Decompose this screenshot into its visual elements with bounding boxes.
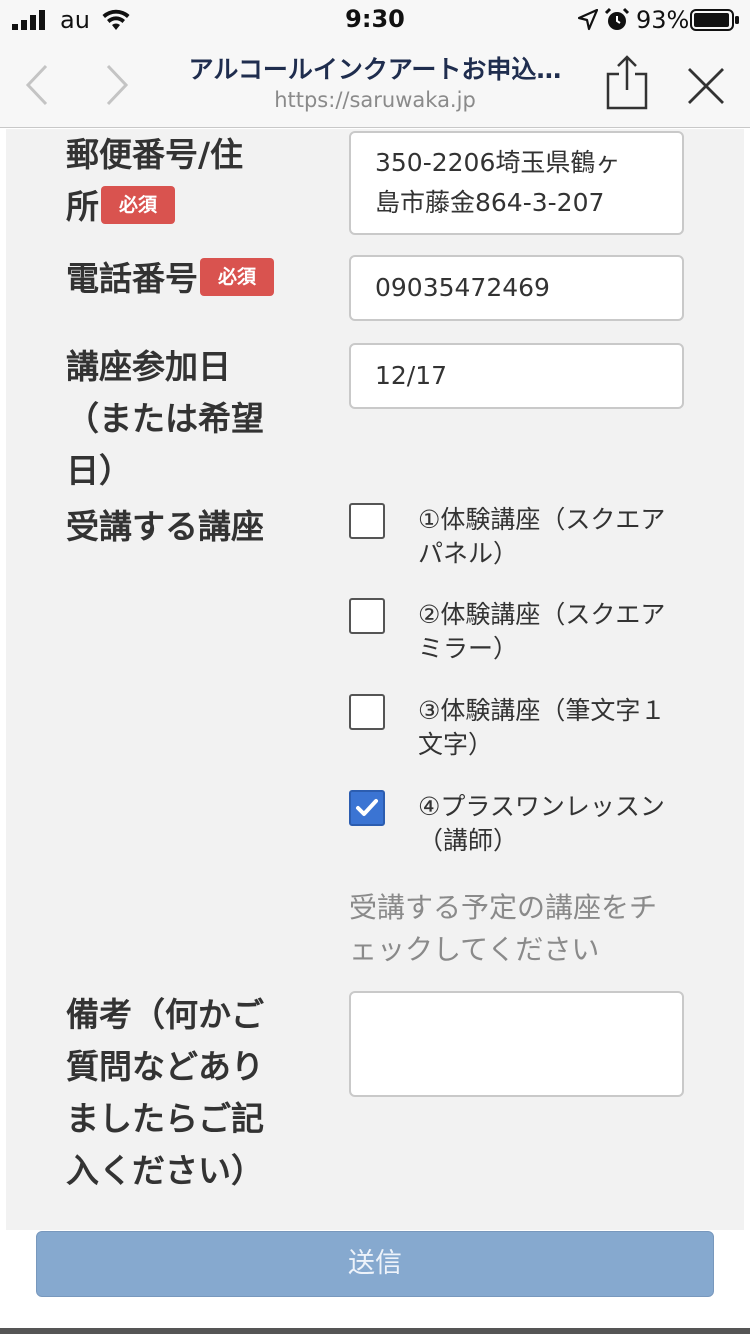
share-icon[interactable] bbox=[604, 54, 650, 110]
application-form: 郵便番号/住 所必須 350-2206埼玉県鶴ヶ 島市藤金864-3-207 電… bbox=[6, 129, 744, 1230]
battery-percentage: 93% bbox=[636, 6, 690, 34]
course-option-line: ②体験講座（スクエア bbox=[418, 600, 666, 629]
course-checkbox-4[interactable] bbox=[349, 790, 385, 826]
address-field[interactable]: 350-2206埼玉県鶴ヶ 島市藤金864-3-207 bbox=[349, 131, 684, 235]
battery-icon bbox=[690, 9, 739, 31]
phone-label-text: 電話番号 bbox=[66, 259, 198, 298]
date-field[interactable]: 12/17 bbox=[349, 343, 684, 409]
address-label-line: 所 bbox=[66, 187, 99, 226]
location-icon bbox=[578, 9, 598, 31]
help-line: ェックしてください bbox=[349, 933, 600, 966]
notes-textarea[interactable] bbox=[349, 991, 684, 1097]
address-value-line: 350-2206埼玉県鶴ヶ bbox=[375, 148, 621, 177]
course-option-line: ミラー） bbox=[418, 634, 519, 663]
bottom-edge bbox=[0, 1328, 750, 1334]
notes-label-line: 入ください） bbox=[66, 1151, 264, 1190]
page-url[interactable]: https://saruwaka.jp bbox=[170, 88, 580, 112]
alarm-icon bbox=[604, 7, 630, 30]
course-option-2[interactable]: ②体験講座（スクエア ミラー） bbox=[418, 598, 688, 666]
date-label-line: 講座参加日 bbox=[66, 347, 231, 386]
courses-label: 受講する講座 bbox=[66, 507, 264, 546]
checkmark-icon bbox=[356, 799, 378, 816]
course-option-line: ③体験講座（筆文字１ bbox=[418, 696, 666, 725]
browser-bar: アルコールインクアートお申込… https://saruwaka.jp bbox=[0, 40, 750, 128]
course-option-1[interactable]: ①体験講座（スクエア パネル） bbox=[418, 503, 688, 571]
close-icon[interactable] bbox=[686, 66, 726, 106]
course-checkbox-2[interactable] bbox=[349, 598, 385, 634]
help-line: 受講する予定の講座をチ bbox=[349, 891, 658, 924]
address-label: 郵便番号/住 所必須 bbox=[66, 129, 296, 233]
submit-button[interactable]: 送信 bbox=[36, 1231, 714, 1297]
date-label-line: （または希望 bbox=[66, 399, 264, 438]
notes-label: 備考（何かご 質問などあり ましたらご記 入ください） bbox=[66, 989, 296, 1197]
status-bar: au 9:30 93% bbox=[0, 0, 750, 40]
notes-label-line: ましたらご記 bbox=[66, 1099, 264, 1138]
course-option-4[interactable]: ④プラスワンレッスン （講師） bbox=[418, 790, 688, 858]
address-value-line: 島市藤金864-3-207 bbox=[375, 188, 605, 217]
courses-help-text: 受講する予定の講座をチ ェックしてください bbox=[349, 887, 689, 971]
course-checkbox-1[interactable] bbox=[349, 503, 385, 539]
required-badge: 必須 bbox=[200, 257, 275, 296]
course-option-line: ①体験講座（スクエア bbox=[418, 505, 666, 534]
required-badge: 必須 bbox=[101, 185, 176, 224]
course-option-line: ④プラスワンレッスン bbox=[418, 792, 665, 821]
course-checkbox-3[interactable] bbox=[349, 694, 385, 730]
page-title: アルコールインクアートお申込… bbox=[188, 55, 562, 84]
course-option-3[interactable]: ③体験講座（筆文字１ 文字） bbox=[418, 694, 688, 762]
course-option-line: （講師） bbox=[418, 826, 519, 855]
notes-label-line: 質問などあり bbox=[66, 1047, 264, 1086]
phone-field[interactable]: 09035472469 bbox=[349, 255, 684, 321]
address-label-line: 郵便番号/住 bbox=[66, 135, 244, 174]
forward-icon[interactable] bbox=[102, 62, 132, 108]
back-icon[interactable] bbox=[22, 62, 52, 108]
course-option-line: パネル） bbox=[418, 539, 519, 568]
date-label: 講座参加日 （または希望 日） bbox=[66, 341, 296, 497]
date-label-line: 日） bbox=[66, 451, 132, 490]
phone-label: 電話番号 必須 bbox=[66, 253, 296, 305]
notes-label-line: 備考（何かご bbox=[66, 995, 264, 1034]
course-option-line: 文字） bbox=[418, 730, 494, 759]
